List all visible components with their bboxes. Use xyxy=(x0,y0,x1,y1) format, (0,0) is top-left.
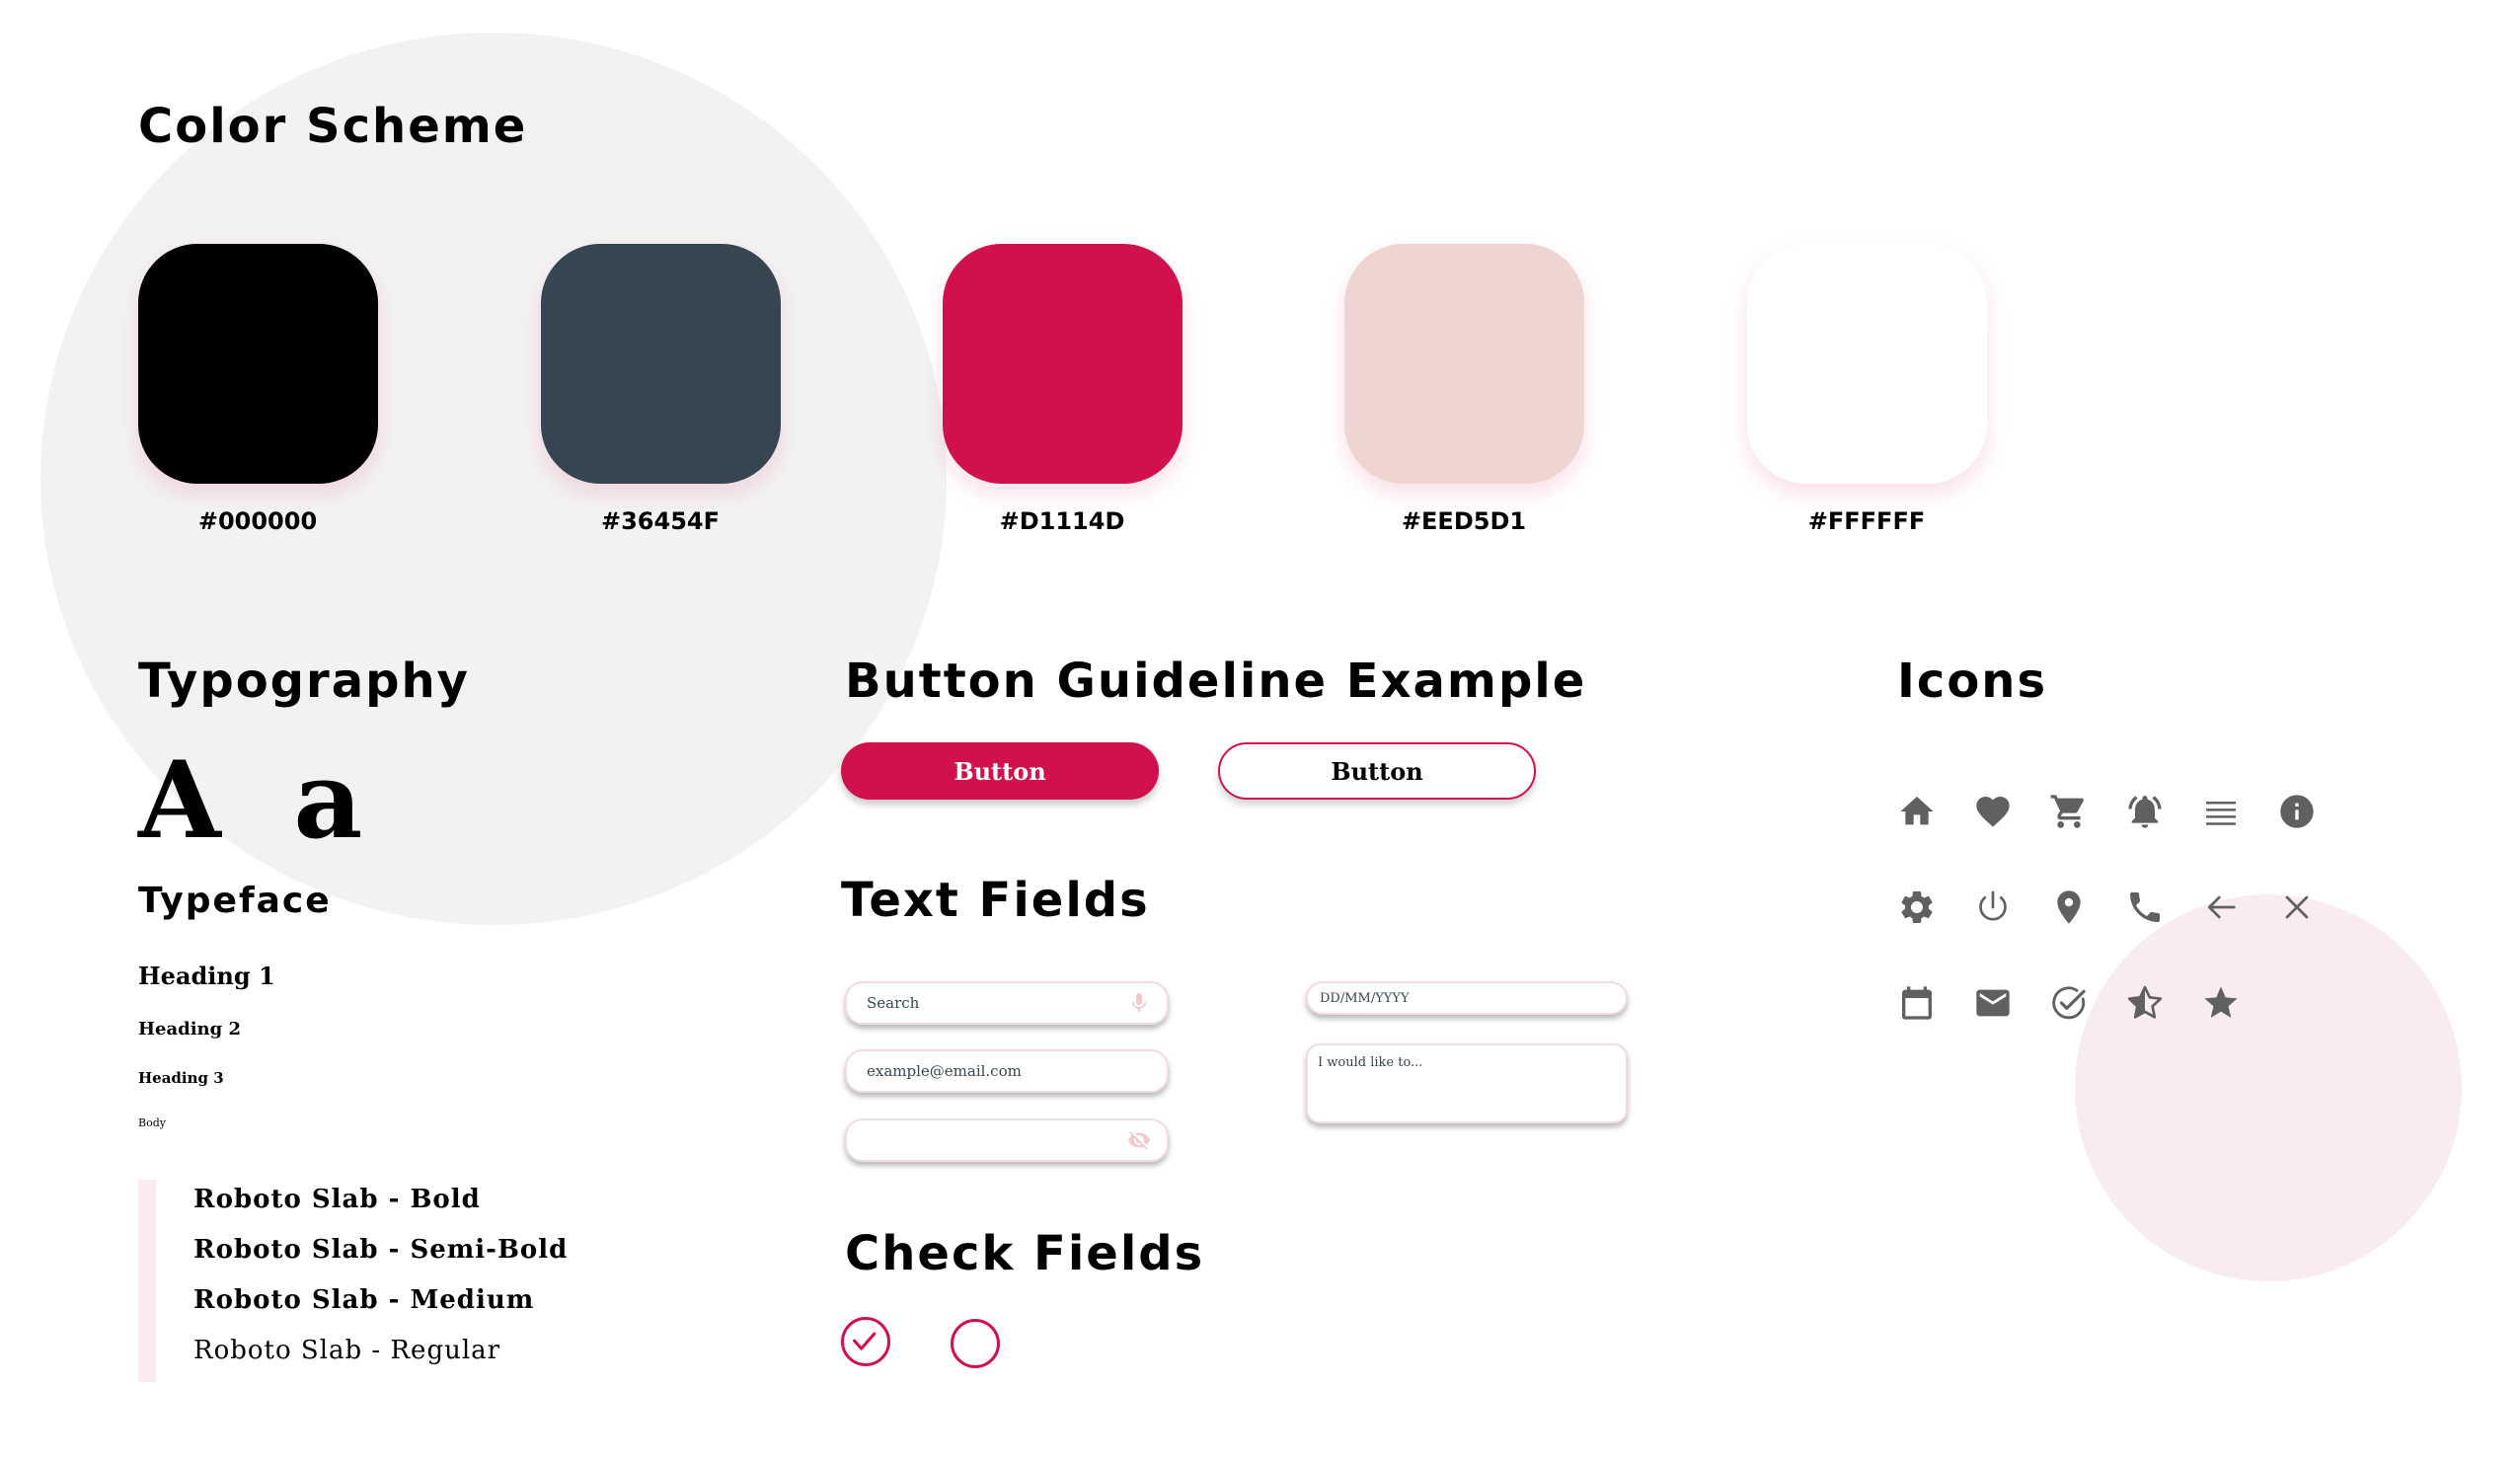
close-icon[interactable] xyxy=(2277,887,2317,927)
power-icon[interactable] xyxy=(1973,887,2013,927)
swatch-black xyxy=(138,244,378,484)
text-fields-title: Text Fields xyxy=(841,873,1150,928)
heading-2-sample: Heading 2 xyxy=(138,1019,242,1040)
star-icon[interactable] xyxy=(2201,983,2241,1023)
checkbox-unchecked[interactable] xyxy=(951,1319,1000,1368)
message-field[interactable] xyxy=(1306,1043,1628,1123)
heading-3-sample: Heading 3 xyxy=(138,1069,224,1087)
swatch-label-crimson: #D1114D xyxy=(999,507,1125,535)
mail-icon[interactable] xyxy=(1973,983,2013,1023)
password-input[interactable] xyxy=(867,1131,1107,1149)
search-field[interactable] xyxy=(845,981,1169,1025)
swatch-blush xyxy=(1344,244,1584,484)
calendar-icon[interactable] xyxy=(1897,983,1937,1023)
password-field[interactable] xyxy=(845,1118,1169,1162)
typeface-sample: A a xyxy=(138,738,381,863)
font-regular: Roboto Slab - Regular xyxy=(193,1336,501,1365)
font-semibold: Roboto Slab - Semi-Bold xyxy=(193,1235,569,1265)
swatch-label-charcoal: #36454F xyxy=(601,507,720,535)
arrow-left-icon[interactable] xyxy=(2201,887,2241,927)
swatch-charcoal xyxy=(541,244,781,484)
swatch-label-black: #000000 xyxy=(197,507,318,535)
gear-icon[interactable] xyxy=(1897,887,1937,927)
body-sample: Body xyxy=(138,1117,166,1129)
bell-ringing-icon[interactable] xyxy=(2125,792,2165,831)
email-input[interactable] xyxy=(867,1062,1107,1080)
email-field[interactable] xyxy=(845,1049,1169,1093)
swatch-crimson xyxy=(943,244,1183,484)
typeface-title: Typeface xyxy=(138,881,332,921)
font-medium: Roboto Slab - Medium xyxy=(193,1285,535,1315)
eye-off-icon[interactable] xyxy=(1127,1128,1151,1152)
primary-button[interactable]: Button xyxy=(841,742,1159,800)
check-circle-icon[interactable] xyxy=(2049,983,2089,1023)
swatch-label-blush: #EED5D1 xyxy=(1401,507,1527,535)
font-list-accent-bar xyxy=(138,1180,156,1382)
phone-icon[interactable] xyxy=(2125,887,2165,927)
info-icon[interactable] xyxy=(2277,792,2317,831)
cart-icon[interactable] xyxy=(2049,792,2089,831)
check-fields-title: Check Fields xyxy=(845,1226,1205,1281)
button-guideline-title: Button Guideline Example xyxy=(845,654,1587,709)
menu-icon[interactable] xyxy=(2201,792,2241,831)
date-field[interactable] xyxy=(1306,981,1628,1015)
home-icon[interactable] xyxy=(1897,792,1937,831)
background-circle-pink xyxy=(2075,894,2462,1281)
color-scheme-title: Color Scheme xyxy=(138,99,528,154)
swatch-white xyxy=(1747,244,1987,484)
location-pin-icon[interactable] xyxy=(2049,887,2089,927)
star-half-icon[interactable] xyxy=(2125,983,2165,1023)
check-mark-icon xyxy=(853,1332,877,1350)
font-bold: Roboto Slab - Bold xyxy=(193,1185,481,1214)
microphone-icon[interactable] xyxy=(1127,991,1151,1015)
swatch-label-white: #FFFFFF xyxy=(1807,507,1926,535)
typography-title: Typography xyxy=(138,654,470,709)
date-input[interactable] xyxy=(1320,990,1565,1006)
heart-icon[interactable] xyxy=(1973,792,2013,831)
icons-title: Icons xyxy=(1897,654,2048,709)
outline-button[interactable]: Button xyxy=(1218,742,1536,800)
checkbox-checked[interactable] xyxy=(841,1317,890,1366)
search-input[interactable] xyxy=(867,994,1107,1012)
heading-1-sample: Heading 1 xyxy=(138,962,275,990)
message-textarea[interactable] xyxy=(1318,1055,1614,1115)
